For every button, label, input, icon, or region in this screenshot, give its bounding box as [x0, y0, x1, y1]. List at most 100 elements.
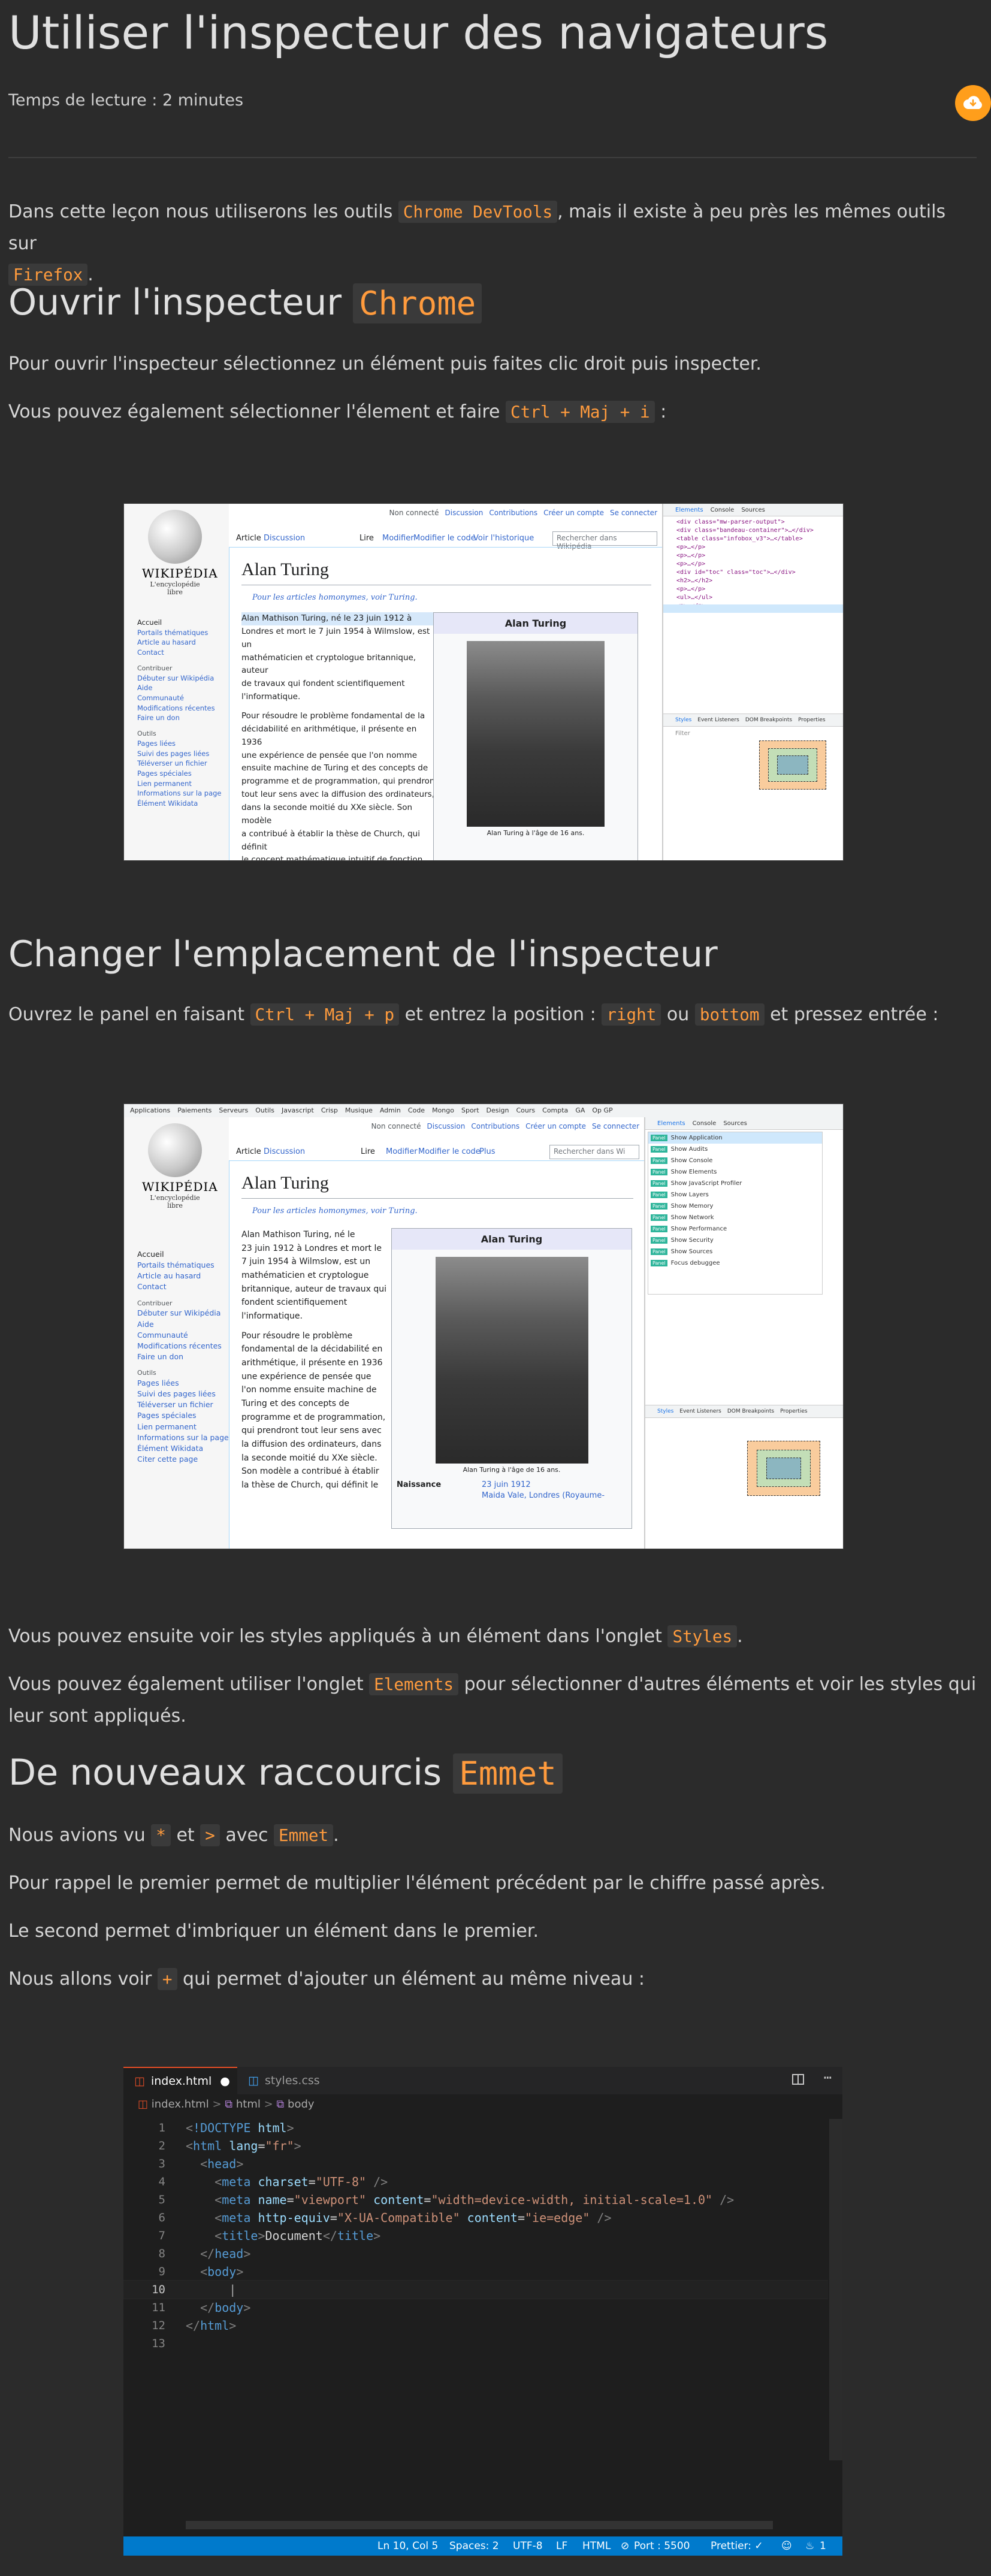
bookmark-item[interactable]: Paiements: [177, 1106, 212, 1114]
code-editor[interactable]: <!DOCTYPE html> <html lang="fr"> <head> …: [186, 2119, 734, 2335]
status-prettier[interactable]: Prettier: ✓: [711, 2540, 763, 2552]
wiki-tab[interactable]: Lire: [361, 1147, 375, 1156]
styles-tab[interactable]: Properties: [780, 1408, 807, 1414]
styles-tab[interactable]: Styles: [657, 1408, 673, 1414]
sidebar-link[interactable]: Contact: [137, 648, 222, 658]
command-menu-item[interactable]: Panel Show Layers: [648, 1189, 822, 1201]
sidebar-link[interactable]: Élément Wikidata: [137, 1443, 229, 1454]
user-link[interactable]: Se connecter: [592, 1122, 639, 1130]
feedback-icon[interactable]: ☺: [781, 2540, 792, 2552]
styles-tab[interactable]: Styles: [675, 717, 691, 723]
sidebar-link[interactable]: Accueil: [137, 618, 222, 628]
user-link[interactable]: Créer un compte: [525, 1122, 586, 1130]
sidebar-link[interactable]: Pages spéciales: [137, 769, 222, 779]
command-menu-item[interactable]: Panel Show Console: [648, 1155, 822, 1166]
dom-node-line[interactable]: <p>…</p>: [663, 561, 843, 569]
sidebar-link[interactable]: Portails thématiques: [137, 1260, 229, 1271]
command-menu-item[interactable]: Panel Show Sources: [648, 1246, 822, 1257]
sidebar-link[interactable]: Article au hasard: [137, 637, 222, 648]
dom-node-line[interactable]: <ul>…</ul>: [663, 594, 843, 603]
wiki-tab[interactable]: Modifier le code: [413, 534, 476, 543]
styles-tab[interactable]: Properties: [798, 717, 825, 723]
wiki-tab[interactable]: Voir l'historique: [473, 534, 534, 543]
wiki-search-input[interactable]: Rechercher dans Wikipédia: [552, 531, 657, 551]
sidebar-link[interactable]: Communauté: [137, 1330, 229, 1341]
wiki-search-input[interactable]: Rechercher dans Wi: [549, 1145, 639, 1159]
wiki-tab[interactable]: Plus: [479, 1147, 495, 1156]
sidebar-link[interactable]: Lien permanent: [137, 1422, 229, 1432]
bookmark-item[interactable]: Op GP: [592, 1106, 612, 1114]
sidebar-link[interactable]: Lien permanent: [137, 779, 222, 789]
bookmark-item[interactable]: Crisp: [321, 1106, 338, 1114]
bookmark-item[interactable]: GA: [575, 1106, 585, 1114]
user-link[interactable]: Créer un compte: [543, 509, 604, 517]
sidebar-link[interactable]: Faire un don: [137, 1352, 229, 1362]
split-editor-icon[interactable]: [792, 2074, 804, 2085]
sidebar-link[interactable]: Suivi des pages liées: [137, 749, 222, 759]
dom-node-line[interactable]: <div id="toc" class="toc">…</div>: [663, 569, 843, 578]
command-menu-item[interactable]: Panel Show Memory: [648, 1201, 822, 1212]
command-menu-item[interactable]: Panel Show Performance: [648, 1223, 822, 1235]
sidebar-link[interactable]: Contact: [137, 1281, 229, 1292]
sidebar-link[interactable]: Communauté: [137, 693, 222, 703]
command-menu-item[interactable]: Panel Show Network: [648, 1212, 822, 1223]
dom-node-line[interactable]: <p>…</p>: [663, 552, 843, 561]
more-actions-icon[interactable]: ⋯: [824, 2070, 832, 2085]
bookmark-item[interactable]: Serveurs: [219, 1106, 248, 1114]
bookmark-item[interactable]: Code: [408, 1106, 425, 1114]
devtools-tab[interactable]: Elements: [675, 507, 703, 513]
status-cursor-position[interactable]: Ln 10, Col 5: [377, 2540, 438, 2552]
command-menu-item[interactable]: Panel Show JavaScript Profiler: [648, 1178, 822, 1189]
download-button[interactable]: [955, 85, 991, 121]
user-link[interactable]: Contributions: [489, 509, 537, 517]
styles-tab[interactable]: Event Listeners: [679, 1408, 721, 1414]
dom-node-line[interactable]: <table class="infobox_v3">…</table>: [663, 536, 843, 544]
sidebar-link[interactable]: Élément Wikidata: [137, 799, 222, 809]
bookmark-item[interactable]: Sport: [461, 1106, 479, 1114]
devtools-tab[interactable]: Sources: [741, 507, 765, 513]
bookmark-item[interactable]: Outils: [255, 1106, 274, 1114]
sidebar-link[interactable]: Téléverser un fichier: [137, 758, 222, 769]
bookmark-item[interactable]: Mongo: [432, 1106, 454, 1114]
user-link[interactable]: Contributions: [471, 1122, 519, 1130]
styles-tab[interactable]: DOM Breakpoints: [727, 1408, 774, 1414]
bookmark-item[interactable]: Design: [487, 1106, 509, 1114]
dom-node-line[interactable]: <p>…</p>: [663, 586, 843, 594]
sidebar-link[interactable]: Citer cette page: [137, 1454, 229, 1465]
devtools-tab[interactable]: Sources: [723, 1120, 747, 1127]
wiki-tab[interactable]: Article: [236, 534, 261, 543]
status-language[interactable]: HTML: [582, 2540, 611, 2552]
command-menu-item[interactable]: Panel Show Security: [648, 1235, 822, 1246]
styles-filter-input[interactable]: Filter: [675, 730, 690, 737]
command-menu[interactable]: Panel Show Application Panel Show Audits Pan…: [648, 1132, 823, 1295]
sidebar-link[interactable]: Pages liées: [137, 1378, 229, 1389]
user-link[interactable]: Se connecter: [610, 509, 657, 517]
wiki-tab[interactable]: Discussion: [264, 534, 305, 543]
bookmark-item[interactable]: Javascript: [282, 1106, 314, 1114]
status-eol[interactable]: LF: [556, 2540, 567, 2552]
sidebar-link[interactable]: Informations sur la page: [137, 1432, 229, 1443]
wiki-tab[interactable]: Modifier le code: [418, 1147, 481, 1156]
wiki-tab[interactable]: Discussion: [264, 1147, 305, 1156]
sidebar-link[interactable]: Modifications récentes: [137, 1341, 229, 1352]
sidebar-link[interactable]: Portails thématiques: [137, 628, 222, 638]
bookmark-item[interactable]: Musique: [345, 1106, 373, 1114]
command-menu-item[interactable]: Panel Show Elements: [648, 1166, 822, 1178]
sidebar-link[interactable]: Aide: [137, 683, 222, 693]
dom-node-line[interactable]: <p>…</p>: [663, 544, 843, 552]
sidebar-link[interactable]: Aide: [137, 1319, 229, 1330]
devtools-tab[interactable]: Elements: [657, 1120, 685, 1127]
sidebar-link[interactable]: Pages spéciales: [137, 1410, 229, 1421]
tab-index-html[interactable]: ◫ index.html ●: [123, 2067, 237, 2094]
dom-node-line[interactable]: <div class="bandeau-container">…</div>: [663, 527, 843, 536]
user-link[interactable]: Discussion: [445, 509, 484, 517]
sidebar-link[interactable]: Téléverser un fichier: [137, 1399, 229, 1410]
sidebar-link[interactable]: Débuter sur Wikipédia: [137, 673, 222, 684]
vertical-scrollbar[interactable]: [829, 2119, 842, 2460]
bookmark-item[interactable]: Compta: [542, 1106, 568, 1114]
wiki-tab[interactable]: Modifier: [386, 1147, 418, 1156]
sidebar-link[interactable]: Débuter sur Wikipédia: [137, 1308, 229, 1319]
status-live-server[interactable]: Port : 5500: [634, 2540, 690, 2552]
devtools-tab[interactable]: Console: [711, 507, 735, 513]
wiki-tab[interactable]: Lire: [359, 534, 374, 543]
